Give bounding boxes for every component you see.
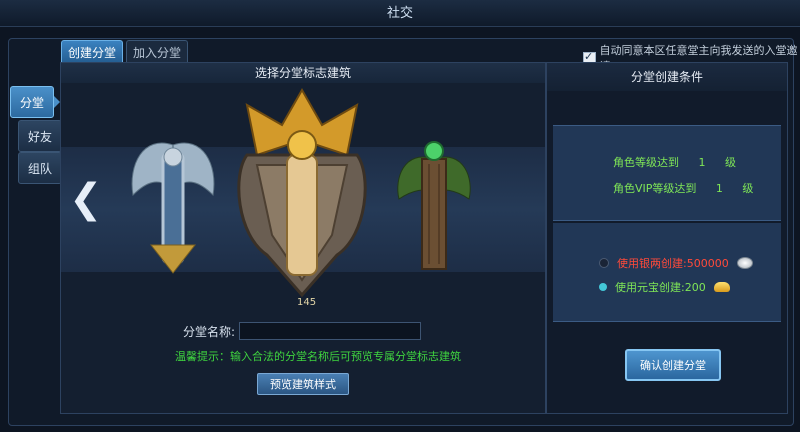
tab-join-branch[interactable]: 加入分堂 [126, 40, 188, 63]
emblem-option-nature[interactable] [389, 129, 479, 279]
sidetab-friends[interactable]: 好友 [18, 120, 62, 152]
creation-conditions-panel: 分堂创建条件 角色等级达到 1 级 角色VIP等级达到 1 级 使用银两创建: … [546, 62, 788, 414]
sidetab-team[interactable]: 组队 [18, 152, 62, 184]
gold-cost-option[interactable]: 使用元宝创建: 200 [599, 279, 730, 295]
branch-name-row: 分堂名称: [183, 322, 422, 340]
title-bar: 社交 [0, 0, 800, 27]
silver-radio[interactable] [599, 258, 609, 268]
emblem-option-silver[interactable] [123, 125, 223, 275]
sidetab-branch[interactable]: 分堂 [10, 86, 60, 118]
cost-options-box: 使用银两创建: 500000 使用元宝创建: 200 [553, 223, 781, 322]
carousel-prev-arrow-icon[interactable]: ❮ [69, 179, 103, 219]
gold-ingot-icon [713, 282, 730, 292]
confirm-create-button[interactable]: 确认创建分堂 [625, 349, 721, 381]
emblem-option-gold-selected[interactable] [227, 85, 377, 305]
level-requirement: 角色等级达到 1 级 [613, 156, 736, 169]
emblem-selection-panel: 选择分堂标志建筑 ❮ 145 分堂名称: 温馨提示：输入合法的分堂名称后可预览专… [60, 62, 546, 414]
window-title: 社交 [386, 6, 413, 21]
branch-name-label: 分堂名称: [183, 324, 236, 339]
naming-tip: 温馨提示：输入合法的分堂名称后可预览专属分堂标志建筑 [175, 350, 461, 363]
preview-style-button[interactable]: 预览建筑样式 [257, 373, 349, 395]
tab-create-branch[interactable]: 创建分堂 [61, 40, 123, 63]
branch-name-input[interactable] [239, 322, 422, 340]
requirements-box: 角色等级达到 1 级 角色VIP等级达到 1 级 [553, 125, 781, 221]
silver-coin-icon [736, 257, 753, 269]
silver-cost-option[interactable]: 使用银两创建: 500000 [599, 255, 753, 271]
vip-requirement: 角色VIP等级达到 1 级 [613, 182, 754, 195]
conditions-title: 分堂创建条件 [547, 63, 787, 91]
emblem-count-label: 145 [297, 297, 317, 308]
gold-radio[interactable] [599, 283, 607, 291]
emblem-panel-title: 选择分堂标志建筑 [61, 63, 545, 83]
